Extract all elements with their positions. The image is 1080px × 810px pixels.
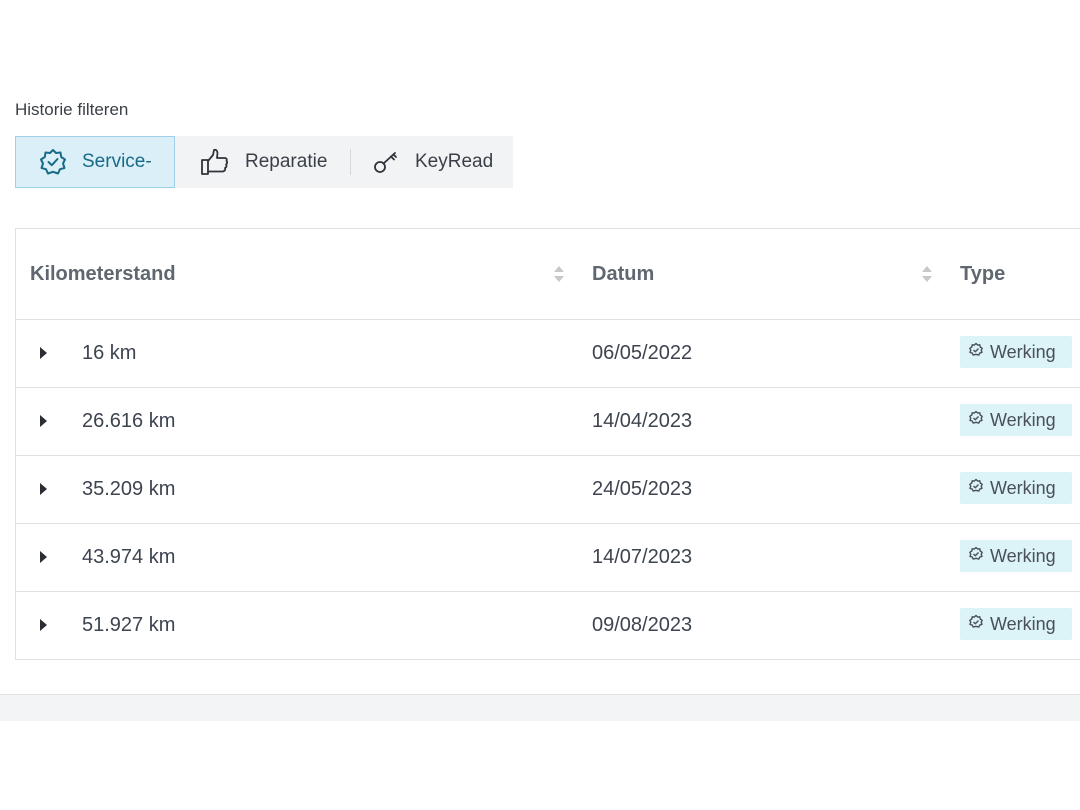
table-row[interactable]: 26.616 km 14/04/2023 Werking bbox=[16, 388, 1080, 456]
km-cell: 26.616 km bbox=[82, 410, 176, 432]
km-cell: 43.974 km bbox=[82, 546, 176, 568]
table-row[interactable]: 51.927 km 09/08/2023 Werking bbox=[16, 592, 1080, 659]
filter-keyread-button[interactable]: KeyRead bbox=[351, 136, 513, 188]
table-header: Kilometerstand Datum Type bbox=[16, 229, 1080, 320]
km-cell: 16 km bbox=[82, 342, 137, 364]
expand-caret-icon[interactable] bbox=[40, 619, 47, 631]
footer-bar bbox=[0, 694, 1080, 721]
gear-badge-icon bbox=[968, 614, 984, 635]
km-cell: 51.927 km bbox=[82, 614, 176, 636]
date-cell: 24/05/2023 bbox=[592, 478, 693, 500]
history-filter-group: Service- Reparatie KeyRead bbox=[15, 136, 513, 188]
table-row[interactable]: 16 km 06/05/2022 Werking bbox=[16, 320, 1080, 388]
thumbs-up-icon bbox=[199, 147, 231, 177]
type-badge: Werking bbox=[960, 404, 1072, 436]
date-cell: 06/05/2022 bbox=[592, 342, 693, 364]
filter-service-button[interactable]: Service- bbox=[15, 136, 175, 188]
type-label: Werking bbox=[990, 545, 1056, 566]
table-row[interactable]: 35.209 km 24/05/2023 Werking bbox=[16, 456, 1080, 524]
date-cell: 14/04/2023 bbox=[592, 410, 693, 432]
filter-reparatie-label: Reparatie bbox=[245, 151, 328, 172]
sort-icon[interactable] bbox=[921, 265, 933, 288]
filter-label: Historie filteren bbox=[15, 100, 129, 119]
filter-keyread-label: KeyRead bbox=[415, 151, 494, 172]
type-label: Werking bbox=[990, 613, 1056, 634]
type-label: Werking bbox=[990, 341, 1056, 362]
km-cell: 35.209 km bbox=[82, 478, 176, 500]
filter-service-label: Service- bbox=[82, 151, 152, 172]
history-table: Kilometerstand Datum Type 16 km 06/05/20… bbox=[15, 228, 1080, 660]
column-header-kilometerstand[interactable]: Kilometerstand bbox=[30, 229, 176, 319]
key-icon bbox=[371, 147, 401, 177]
expand-caret-icon[interactable] bbox=[40, 551, 47, 563]
type-badge: Werking bbox=[960, 472, 1072, 504]
expand-caret-icon[interactable] bbox=[40, 415, 47, 427]
sort-icon[interactable] bbox=[553, 265, 565, 288]
table-row[interactable]: 43.974 km 14/07/2023 Werking bbox=[16, 524, 1080, 592]
gear-badge-icon bbox=[968, 342, 984, 363]
type-label: Werking bbox=[990, 477, 1056, 498]
expand-caret-icon[interactable] bbox=[40, 483, 47, 495]
type-badge: Werking bbox=[960, 540, 1072, 572]
column-header-datum[interactable]: Datum bbox=[592, 229, 654, 319]
badge-check-icon bbox=[38, 147, 68, 177]
type-badge: Werking bbox=[960, 336, 1072, 368]
expand-caret-icon[interactable] bbox=[40, 347, 47, 359]
type-badge: Werking bbox=[960, 608, 1072, 640]
date-cell: 09/08/2023 bbox=[592, 614, 693, 636]
column-header-type[interactable]: Type bbox=[960, 229, 1005, 319]
date-cell: 14/07/2023 bbox=[592, 546, 693, 568]
type-label: Werking bbox=[990, 409, 1056, 430]
gear-badge-icon bbox=[968, 478, 984, 499]
gear-badge-icon bbox=[968, 410, 984, 431]
filter-reparatie-button[interactable]: Reparatie bbox=[175, 136, 351, 188]
gear-badge-icon bbox=[968, 546, 984, 567]
